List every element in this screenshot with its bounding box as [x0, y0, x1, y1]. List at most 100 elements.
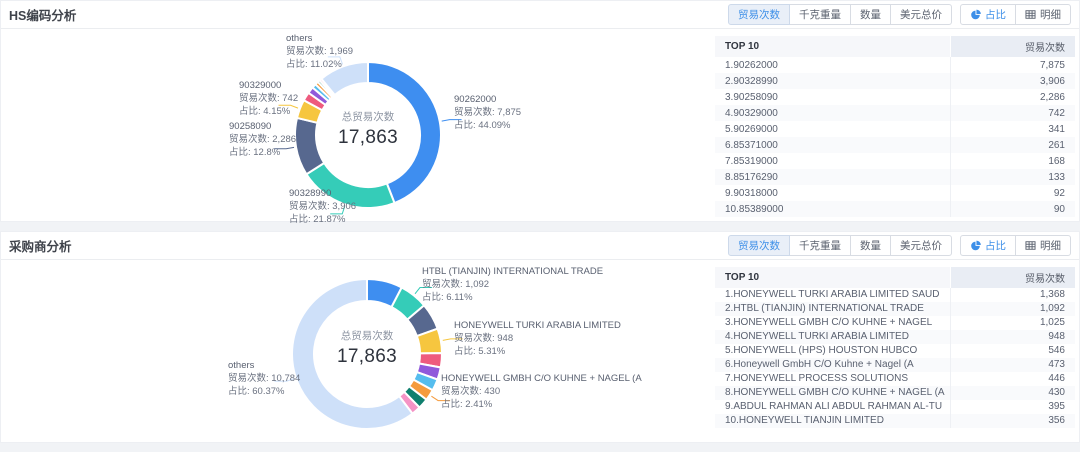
table-row[interactable]: 6.85371000261	[715, 137, 1075, 153]
slice-label-name: 90328990	[289, 187, 409, 200]
row-value: 473	[950, 358, 1075, 372]
table-row[interactable]: 10.HONEYWELL TIANJIN LIMITED356	[715, 414, 1075, 428]
pie-chart-view-button[interactable]: 占比	[960, 4, 1016, 25]
measure-button[interactable]: 美元总价	[890, 235, 952, 256]
slice-label-name: HONEYWELL GMBH C/O KUHNE + NAGEL (A	[441, 372, 649, 385]
row-value: 90	[950, 201, 1075, 217]
view-button-label: 占比	[985, 7, 1006, 22]
table-row[interactable]: 10.8538900090	[715, 201, 1075, 217]
row-name: 2.HTBL (TIANJIN) INTERNATIONAL TRADE	[715, 302, 950, 316]
row-name: 9.ABDUL RAHMAN ALI ABDUL RAHMAN AL-TU	[715, 400, 950, 414]
table-row[interactable]: 2.903289903,906	[715, 73, 1075, 89]
table-row[interactable]: 5.HONEYWELL (HPS) HOUSTON HUBCO546	[715, 344, 1075, 358]
row-value: 341	[950, 121, 1075, 137]
buyer-analysis-panel: 采购商分析 贸易次数千克重量数量美元总价占比明细 HTBL (TIANJIN) …	[0, 231, 1080, 443]
detail-grid-view-button[interactable]: 明细	[1015, 4, 1071, 25]
chart-toolbar: 贸易次数千克重量数量美元总价 占比明细	[728, 4, 1071, 25]
table-row[interactable]: 1.HONEYWELL TURKI ARABIA LIMITED SAUD1,3…	[715, 288, 1075, 302]
row-name: 8.85176290	[715, 169, 950, 185]
table-row[interactable]: 4.HONEYWELL TURKI ARABIA LIMITED948	[715, 330, 1075, 344]
measure-button[interactable]: 千克重量	[789, 235, 851, 256]
center-total-value: 17,863	[337, 346, 397, 368]
table-header-measure: 贸易次数	[950, 36, 1075, 57]
row-name: 4.90329000	[715, 105, 950, 121]
view-button-label: 占比	[985, 238, 1006, 253]
hs-code-donut-chart: 90262000贸易次数: 7,875占比: 44.09%90328990贸易次…	[1, 29, 711, 220]
panel-header: HS编码分析 贸易次数千克重量数量美元总价占比明细	[1, 1, 1079, 29]
row-name: 7.85319000	[715, 153, 950, 169]
slice-label-pct: 占比: 11.02%	[286, 58, 406, 71]
table-row[interactable]: 3.HONEYWELL GMBH C/O KUHNE + NAGEL1,025	[715, 316, 1075, 330]
table-header-measure: 贸易次数	[950, 267, 1075, 288]
row-name: 6.85371000	[715, 137, 950, 153]
slice-label-value: 贸易次数: 948	[454, 332, 689, 345]
hs-code-analysis-panel: HS编码分析 贸易次数千克重量数量美元总价占比明细 90262000贸易次数: …	[0, 0, 1080, 222]
row-name: 10.HONEYWELL TIANJIN LIMITED	[715, 414, 950, 428]
measure-button[interactable]: 数量	[850, 4, 891, 25]
view-button-label: 明细	[1040, 238, 1061, 253]
row-value: 2,286	[950, 89, 1075, 105]
panel-header: 采购商分析 贸易次数千克重量数量美元总价占比明细	[1, 232, 1079, 260]
detail-grid-view-button[interactable]: 明细	[1015, 235, 1071, 256]
measure-button[interactable]: 数量	[850, 235, 891, 256]
measure-button[interactable]: 贸易次数	[728, 4, 790, 25]
table-row[interactable]: 6.Honeywell GmbH C/O Kuhne + Nagel (A473	[715, 358, 1075, 372]
slice-label-name: 90258090	[229, 120, 349, 133]
table-row[interactable]: 8.85176290133	[715, 169, 1075, 185]
row-name: 10.85389000	[715, 201, 950, 217]
table-row[interactable]: 2.HTBL (TIANJIN) INTERNATIONAL TRADE1,09…	[715, 302, 1075, 316]
panel-body: HTBL (TIANJIN) INTERNATIONAL TRADE贸易次数: …	[1, 260, 1079, 441]
pie-chart-view-button[interactable]: 占比	[960, 235, 1016, 256]
row-name: 3.HONEYWELL GMBH C/O KUHNE + NAGEL	[715, 316, 950, 330]
table-row[interactable]: 4.90329000742	[715, 105, 1075, 121]
row-name: 1.HONEYWELL TURKI ARABIA LIMITED SAUD	[715, 288, 950, 302]
row-value: 92	[950, 185, 1075, 201]
row-name: 3.90258090	[715, 89, 950, 105]
row-value: 168	[950, 153, 1075, 169]
row-value: 742	[950, 105, 1075, 121]
slice-label-pct: 占比: 60.37%	[228, 385, 358, 398]
row-value: 395	[950, 400, 1075, 414]
slice-label-value: 贸易次数: 742	[239, 92, 359, 105]
measure-button[interactable]: 千克重量	[789, 4, 851, 25]
row-name: 5.HONEYWELL (HPS) HOUSTON HUBCO	[715, 344, 950, 358]
row-value: 1,025	[950, 316, 1075, 330]
row-name: 1.90262000	[715, 57, 950, 73]
row-value: 1,368	[950, 288, 1075, 302]
center-total-value: 17,863	[338, 127, 398, 149]
table-row[interactable]: 1.902620007,875	[715, 57, 1075, 73]
slice-label-name: 90262000	[454, 93, 584, 106]
slice-label-pct: 占比: 2.41%	[441, 398, 649, 411]
row-value: 948	[950, 330, 1075, 344]
measure-button[interactable]: 贸易次数	[728, 235, 790, 256]
row-value: 3,906	[950, 73, 1075, 89]
slice-label-value: 贸易次数: 2,286	[229, 133, 349, 146]
slice-label: HTBL (TIANJIN) INTERNATIONAL TRADE贸易次数: …	[422, 265, 618, 304]
detail-grid-icon	[1025, 240, 1036, 251]
row-value: 546	[950, 344, 1075, 358]
slice-label-pct: 占比: 12.8%	[229, 146, 349, 159]
table-row[interactable]: 7.85319000168	[715, 153, 1075, 169]
slice-label: 90258090贸易次数: 2,286占比: 12.8%	[229, 120, 349, 159]
analysis-dashboard: HS编码分析 贸易次数千克重量数量美元总价占比明细 90262000贸易次数: …	[0, 0, 1080, 443]
row-name: 6.Honeywell GmbH C/O Kuhne + Nagel (A	[715, 358, 950, 372]
hs-code-top10-table: TOP 10贸易次数1.902620007,8752.903289903,906…	[715, 36, 1075, 217]
slice-label-value: 贸易次数: 3,906	[289, 200, 409, 213]
table-row[interactable]: 3.902580902,286	[715, 89, 1075, 105]
row-value: 430	[950, 386, 1075, 400]
table-header-rank: TOP 10	[715, 267, 950, 288]
slice-label-value: 贸易次数: 7,875	[454, 106, 584, 119]
table-row[interactable]: 8.HONEYWELL GMBH C/O KUHNE + NAGEL (A430	[715, 386, 1075, 400]
slice-label-name: HTBL (TIANJIN) INTERNATIONAL TRADE	[422, 265, 618, 278]
table-row[interactable]: 7.HONEYWELL PROCESS SOLUTIONS446	[715, 372, 1075, 386]
slice-label-pct: 占比: 44.09%	[454, 119, 584, 132]
table-row[interactable]: 5.90269000341	[715, 121, 1075, 137]
table-row[interactable]: 9.ABDUL RAHMAN ALI ABDUL RAHMAN AL-TU395	[715, 400, 1075, 414]
detail-grid-icon	[1025, 9, 1036, 20]
slice-label-pct: 占比: 5.31%	[454, 345, 689, 358]
slice-label-value: 贸易次数: 1,092	[422, 278, 618, 291]
table-row[interactable]: 9.9031800092	[715, 185, 1075, 201]
center-total-label: 总贸易次数	[338, 109, 398, 124]
chart-toolbar: 贸易次数千克重量数量美元总价 占比 明细	[728, 235, 1071, 256]
measure-button[interactable]: 美元总价	[890, 4, 952, 25]
